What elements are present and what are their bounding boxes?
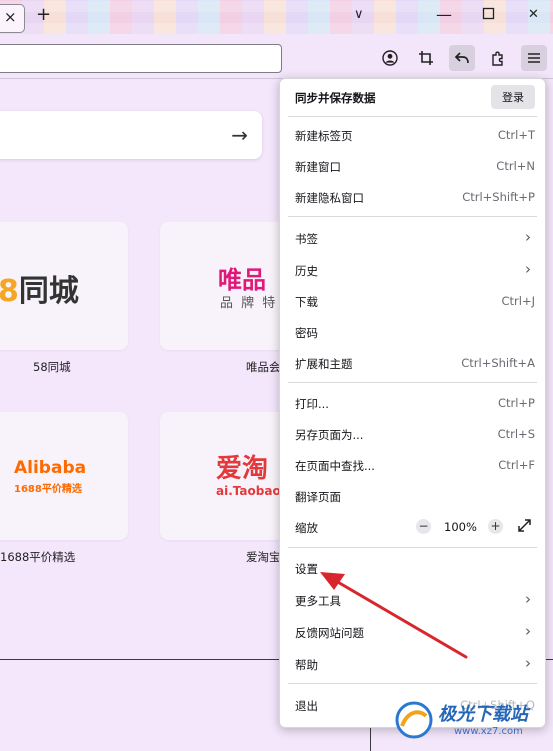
annotation-arrow-shaft [334,579,468,659]
annotation-arrow [320,572,468,659]
annotation-arrow-head [320,572,345,590]
